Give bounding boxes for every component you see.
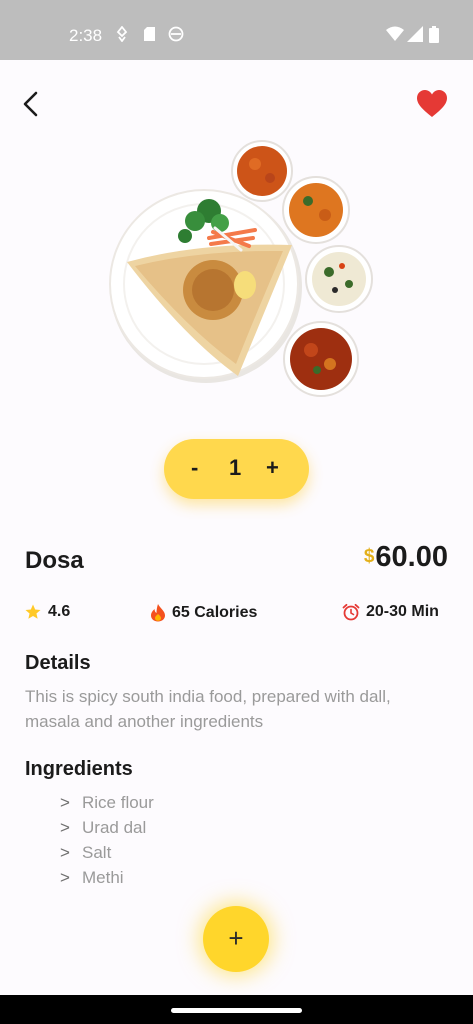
fire-icon — [151, 604, 165, 622]
app-notification-icon — [168, 26, 184, 42]
home-gesture-handle[interactable] — [171, 1008, 302, 1013]
ingredient-item: > Rice flour — [60, 793, 154, 812]
rating-stat: 4.6 — [24, 603, 70, 621]
add-to-cart-button[interactable]: + — [203, 906, 269, 972]
dosa-food-image — [109, 140, 373, 397]
wifi-icon — [386, 26, 404, 41]
quantity-stepper[interactable]: - 1 + — [164, 439, 309, 499]
ingredient-item: > Urad dal — [60, 818, 147, 837]
increase-quantity-button[interactable]: + — [266, 455, 279, 481]
cell-signal-icon — [407, 26, 423, 42]
back-button[interactable] — [18, 90, 46, 118]
favorite-button[interactable] — [416, 89, 448, 119]
rating-value: 4.6 — [48, 603, 71, 620]
plus-icon: + — [228, 922, 244, 953]
chevron-right-icon: > — [60, 818, 70, 837]
battery-icon — [429, 26, 439, 43]
status-time: 2:38 — [69, 26, 103, 45]
decrease-quantity-button[interactable]: - — [191, 455, 198, 481]
time-stat: 20-30 Min — [342, 603, 439, 621]
back-icon — [23, 91, 38, 117]
sd-card-icon — [144, 27, 155, 41]
chevron-right-icon: > — [60, 793, 70, 812]
heart-icon — [417, 90, 447, 117]
location-icon — [116, 26, 128, 42]
product-title: Dosa — [25, 547, 84, 574]
product-price: $60.00 — [364, 541, 448, 574]
price-amount: 60.00 — [375, 541, 448, 573]
time-value: 20-30 Min — [366, 603, 439, 620]
quantity-value: 1 — [229, 455, 242, 480]
ingredient-item: > Methi — [60, 868, 124, 887]
calories-value: 65 Calories — [172, 603, 258, 621]
chevron-right-icon: > — [60, 843, 70, 862]
details-description: This is spicy south india food, prepared… — [25, 687, 391, 731]
chevron-right-icon: > — [60, 868, 70, 887]
ingredient-item: > Salt — [60, 843, 112, 862]
alarm-clock-icon — [342, 603, 360, 621]
status-bar: 2:38 — [0, 0, 473, 60]
currency-symbol: $ — [363, 546, 375, 567]
ingredients-heading: Ingredients — [25, 758, 133, 780]
details-heading: Details — [25, 652, 91, 674]
calories-stat: 65 Calories — [150, 603, 257, 622]
star-icon — [25, 604, 41, 619]
